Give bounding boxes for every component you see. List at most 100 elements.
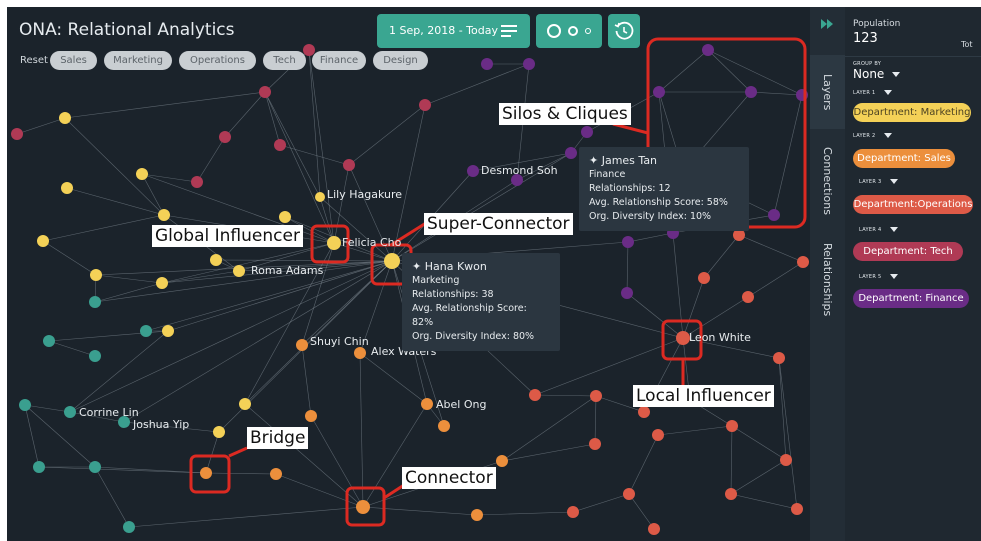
chevron-down-icon[interactable] bbox=[889, 179, 898, 184]
chevron-down-icon[interactable] bbox=[889, 227, 898, 232]
node-size-large-icon[interactable] bbox=[547, 24, 561, 38]
graph-node-hub[interactable] bbox=[384, 253, 400, 269]
graph-node-y6[interactable] bbox=[37, 235, 49, 247]
double-chevron-right-icon[interactable] bbox=[821, 19, 835, 29]
tab-layers[interactable]: Layers bbox=[810, 55, 845, 129]
node-label-felicia[interactable]: Felicia Cho bbox=[342, 236, 401, 249]
graph-node-y8[interactable] bbox=[156, 277, 168, 289]
graph-node-y12[interactable] bbox=[213, 426, 225, 438]
graph-node-roma[interactable] bbox=[233, 265, 245, 277]
graph-node-leon[interactable] bbox=[676, 331, 690, 345]
graph-node-d10[interactable] bbox=[123, 521, 135, 533]
graph-node-s3[interactable] bbox=[438, 420, 450, 432]
graph-node-y2[interactable] bbox=[136, 168, 148, 180]
graph-node-d8[interactable] bbox=[33, 461, 45, 473]
graph-node-o11[interactable] bbox=[742, 291, 754, 303]
graph-node-s2[interactable] bbox=[305, 410, 317, 422]
layer-2-pill[interactable]: Department: Sales bbox=[853, 149, 955, 168]
graph-node-f7[interactable] bbox=[565, 147, 577, 159]
graph-node-o15[interactable] bbox=[623, 488, 635, 500]
date-range-button[interactable]: 1 Sep, 2018 - Today bbox=[377, 14, 530, 48]
layer-3-pill[interactable]: Department:Operations bbox=[853, 195, 973, 214]
graph-node-d4[interactable] bbox=[140, 325, 152, 337]
graph-node-d1[interactable] bbox=[89, 296, 101, 308]
graph-node-fel[interactable] bbox=[327, 236, 341, 250]
graph-node-o17[interactable] bbox=[567, 506, 579, 518]
node-label-joshua[interactable]: Joshua Yip bbox=[133, 418, 189, 431]
graph-node-y5[interactable] bbox=[210, 254, 222, 266]
graph-node-d3[interactable] bbox=[89, 350, 101, 362]
graph-node-o5[interactable] bbox=[529, 389, 541, 401]
node-size-medium-icon[interactable] bbox=[568, 26, 578, 36]
filter-chip-sales[interactable]: Sales bbox=[50, 51, 97, 70]
graph-node-s1[interactable] bbox=[270, 468, 282, 480]
layer-4-pill[interactable]: Department: Tech bbox=[853, 242, 963, 261]
graph-node-t8[interactable] bbox=[11, 128, 23, 140]
graph-node-conn[interactable] bbox=[356, 500, 370, 514]
graph-node-o7[interactable] bbox=[726, 420, 738, 432]
graph-node-f5[interactable] bbox=[745, 86, 757, 98]
graph-node-y7[interactable] bbox=[90, 269, 102, 281]
chevron-down-icon[interactable] bbox=[883, 133, 892, 138]
node-label-corrine[interactable]: Corrine Lin bbox=[79, 406, 139, 419]
chevron-down-icon[interactable] bbox=[889, 274, 898, 279]
list-icon[interactable] bbox=[501, 25, 517, 37]
reset-filter-link[interactable]: Reset bbox=[20, 55, 48, 66]
filter-chip-tech[interactable]: Tech bbox=[263, 51, 306, 70]
graph-node-o16[interactable] bbox=[648, 523, 660, 535]
graph-node-f11[interactable] bbox=[622, 236, 634, 248]
graph-node-bridge[interactable] bbox=[200, 467, 212, 479]
graph-node-f1[interactable] bbox=[481, 58, 493, 70]
graph-node-s5[interactable] bbox=[471, 509, 483, 521]
filter-chip-design[interactable]: Design bbox=[373, 51, 428, 70]
graph-node-lily[interactable] bbox=[315, 192, 325, 202]
graph-node-d2[interactable] bbox=[43, 335, 55, 347]
node-label-desmond[interactable]: Desmond Soh bbox=[481, 164, 558, 177]
graph-node-o3[interactable] bbox=[652, 429, 664, 441]
graph-node-y4[interactable] bbox=[279, 211, 291, 223]
graph-node-y3[interactable] bbox=[158, 209, 170, 221]
graph-node-corr[interactable] bbox=[64, 406, 76, 418]
graph-node-o8[interactable] bbox=[780, 454, 792, 466]
graph-node-f8[interactable] bbox=[581, 126, 593, 138]
graph-node-t7[interactable] bbox=[219, 131, 231, 143]
node-label-leon[interactable]: Leon White bbox=[689, 331, 751, 344]
node-label-roma[interactable]: Roma Adams bbox=[251, 264, 323, 277]
graph-node-o18[interactable] bbox=[791, 503, 803, 515]
graph-node-d5[interactable] bbox=[19, 399, 31, 411]
graph-node-d9[interactable] bbox=[89, 461, 101, 473]
graph-node-t5[interactable] bbox=[274, 139, 286, 151]
history-button[interactable] bbox=[608, 14, 640, 48]
graph-node-o9[interactable] bbox=[773, 352, 785, 364]
layer-5-pill[interactable]: Department: Finance bbox=[853, 289, 969, 308]
graph-node-f12[interactable] bbox=[621, 287, 633, 299]
node-size-small-icon[interactable] bbox=[585, 28, 591, 34]
graph-node-y10[interactable] bbox=[162, 325, 174, 337]
graph-node-o10[interactable] bbox=[797, 256, 809, 268]
graph-node-t3[interactable] bbox=[343, 159, 355, 171]
layer-1-pill[interactable]: Department: Marketing bbox=[853, 103, 971, 122]
tab-relationships[interactable]: Relationships bbox=[810, 235, 845, 325]
graph-node-f9[interactable] bbox=[467, 165, 479, 177]
group-by-select[interactable]: None bbox=[853, 67, 901, 81]
graph-node-t6[interactable] bbox=[191, 176, 203, 188]
graph-node-shuyi[interactable] bbox=[296, 339, 308, 351]
graph-node-o12[interactable] bbox=[698, 272, 710, 284]
graph-node-o14[interactable] bbox=[725, 488, 737, 500]
filter-chip-operations[interactable]: Operations bbox=[179, 51, 256, 70]
graph-node-f14[interactable] bbox=[768, 209, 780, 221]
graph-node-f3[interactable] bbox=[653, 86, 665, 98]
graph-node-o2[interactable] bbox=[638, 406, 650, 418]
node-label-abel[interactable]: Abel Ong bbox=[436, 398, 486, 411]
graph-node-s4[interactable] bbox=[496, 455, 508, 467]
node-size-toggle[interactable] bbox=[536, 14, 602, 48]
graph-node-f4[interactable] bbox=[702, 44, 714, 56]
tab-connections[interactable]: Connections bbox=[810, 139, 845, 223]
graph-node-o1[interactable] bbox=[590, 390, 602, 402]
graph-node-o4[interactable] bbox=[589, 438, 601, 450]
graph-node-y1[interactable] bbox=[59, 112, 71, 124]
graph-node-t4[interactable] bbox=[419, 99, 431, 111]
graph-node-f2[interactable] bbox=[523, 58, 535, 70]
filter-chip-finance[interactable]: Finance bbox=[312, 51, 366, 70]
node-label-lily[interactable]: Lily Hagakure bbox=[327, 188, 402, 201]
